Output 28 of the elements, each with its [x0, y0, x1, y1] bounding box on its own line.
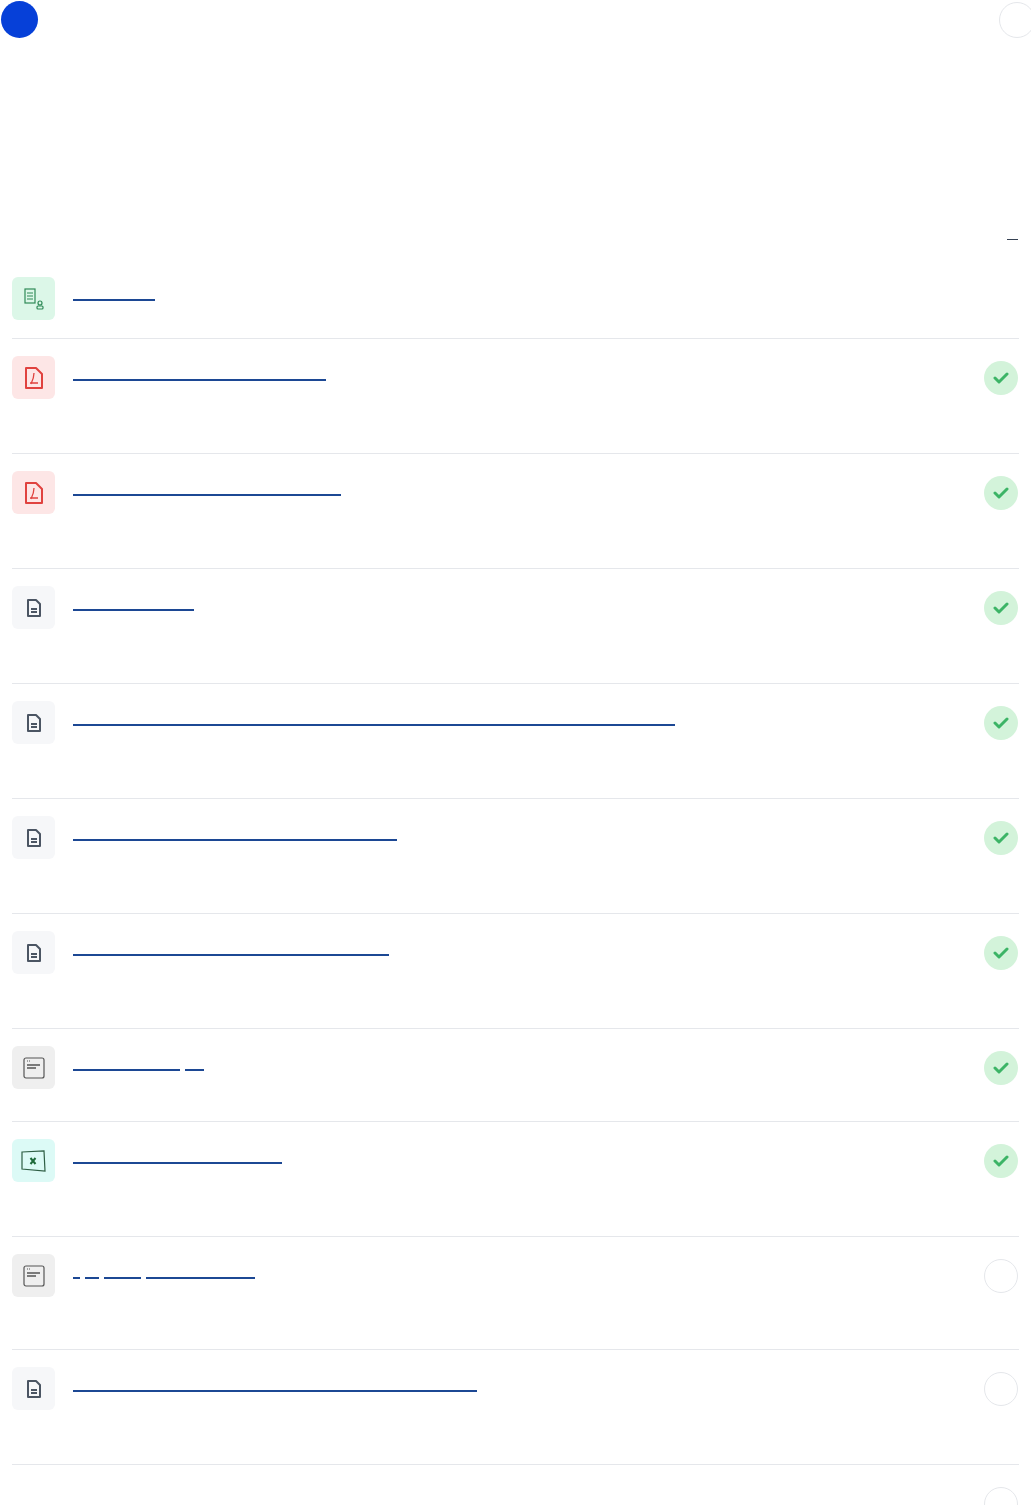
- document-icon: [26, 713, 41, 732]
- document-person-icon: [22, 287, 45, 310]
- document-icon: [26, 943, 41, 962]
- link-underline[interactable]: [73, 839, 397, 841]
- link-underline[interactable]: [73, 379, 326, 381]
- link-underline[interactable]: [73, 494, 341, 496]
- logo-icon[interactable]: [1, 1, 38, 38]
- document-icon: [26, 828, 41, 847]
- link-underline[interactable]: [104, 1277, 141, 1279]
- link-underline[interactable]: [73, 1162, 282, 1164]
- link-underline[interactable]: [73, 609, 194, 611]
- link-underline[interactable]: [73, 954, 389, 956]
- link-underline[interactable]: [85, 1277, 99, 1279]
- link-underline[interactable]: [73, 1069, 180, 1071]
- minimize-icon[interactable]: [1007, 239, 1018, 240]
- link-underline[interactable]: [146, 1277, 255, 1279]
- link-underline[interactable]: [73, 1277, 80, 1279]
- link-underline[interactable]: [73, 1390, 477, 1392]
- pdf-file-icon: [23, 365, 44, 390]
- link-underline[interactable]: [185, 1069, 204, 1071]
- pdf-file-icon: [23, 480, 44, 505]
- link-underline[interactable]: [73, 299, 155, 301]
- note-icon: [22, 1264, 45, 1287]
- document-icon: [26, 598, 41, 617]
- note-icon: [22, 1056, 45, 1079]
- document-icon: [26, 1379, 41, 1398]
- spreadsheet-icon: [20, 1148, 47, 1173]
- link-underline[interactable]: [73, 724, 675, 726]
